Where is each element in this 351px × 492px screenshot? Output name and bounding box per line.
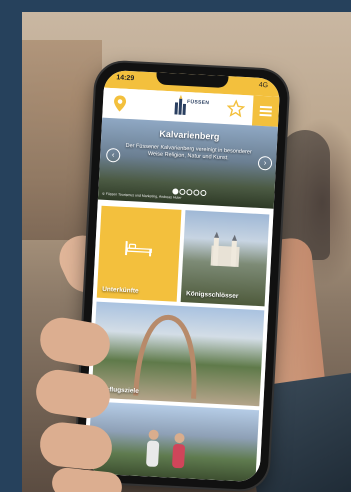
tile-label: Königsschlösser bbox=[185, 290, 239, 300]
phone-screen: 14:29 4G FÜSSEN Kalvarienberg Der Füssen… bbox=[83, 69, 281, 483]
favorite-star-icon[interactable] bbox=[226, 99, 246, 118]
wooden-arch-image bbox=[133, 314, 197, 399]
photo-frame: 14:29 4G FÜSSEN Kalvarienberg Der Füssen… bbox=[0, 0, 351, 492]
left-border bbox=[0, 0, 22, 492]
status-signal: 4G bbox=[258, 81, 269, 90]
tile-hiking[interactable] bbox=[87, 401, 260, 483]
carousel-dot[interactable] bbox=[172, 188, 179, 195]
hero-title: Kalvarienberg bbox=[159, 128, 220, 142]
hero-description: Der Füssener Kalvarienberg vereinigt in … bbox=[125, 142, 252, 162]
carousel-dot[interactable] bbox=[179, 188, 186, 196]
tile-label: Unterkünfte bbox=[102, 285, 139, 295]
smartphone: 14:29 4G FÜSSEN Kalvarienberg Der Füssen… bbox=[75, 61, 289, 491]
carousel-dot[interactable] bbox=[186, 189, 193, 196]
logo-text: FÜSSEN bbox=[186, 99, 210, 107]
carousel-dot[interactable] bbox=[193, 189, 200, 196]
location-pin-icon[interactable] bbox=[112, 94, 127, 113]
category-tiles: Unterkünfte Königsschlösser Ausflugsziel… bbox=[83, 201, 274, 483]
tile-accommodations[interactable]: Unterkünfte bbox=[96, 205, 182, 302]
castle-logo-icon[interactable] bbox=[168, 94, 213, 120]
tile-excursions[interactable]: Ausflugsziele bbox=[91, 301, 265, 407]
tile-royal-castles[interactable]: Königsschlösser bbox=[180, 210, 270, 307]
status-time: 14:29 bbox=[116, 74, 135, 83]
castle-image bbox=[210, 231, 240, 267]
hikers-image bbox=[146, 429, 185, 469]
hero-carousel[interactable]: Kalvarienberg Der Füssener Kalvarienberg… bbox=[97, 117, 278, 209]
carousel-dot[interactable] bbox=[200, 189, 207, 197]
top-border bbox=[0, 0, 351, 12]
carousel-next-button[interactable]: › bbox=[257, 155, 273, 171]
menu-button[interactable] bbox=[251, 95, 280, 127]
carousel-prev-button[interactable]: ‹ bbox=[105, 147, 121, 163]
photo-credit: © Füssen Tourismus und Marketing, Andrea… bbox=[102, 191, 182, 200]
notch bbox=[155, 72, 229, 89]
bed-icon bbox=[125, 241, 152, 257]
